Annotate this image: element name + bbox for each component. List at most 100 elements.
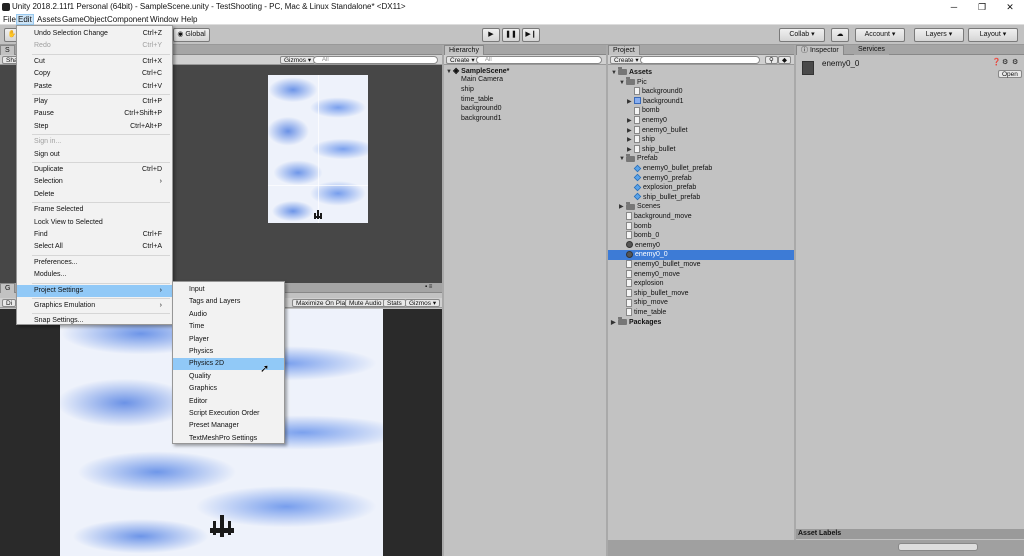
project-tree-item[interactable]: bomb <box>608 106 794 116</box>
project-tree-item[interactable]: explosion_prefab <box>608 183 794 193</box>
project-search-input[interactable] <box>640 56 760 64</box>
hierarchy-item[interactable]: Main Camera <box>461 75 503 85</box>
project-tree-item[interactable]: enemy0_bullet_prefab <box>608 164 794 174</box>
project-tree-item[interactable]: background_move <box>608 212 794 222</box>
stats-toggle[interactable]: Stats <box>383 299 406 307</box>
project-tree-item[interactable]: enemy0_bullet_move <box>608 260 794 270</box>
collab-button[interactable]: Collab ▾ <box>779 28 825 42</box>
project-tree-item[interactable]: ▼ Assets <box>608 67 794 78</box>
project-tree-item[interactable]: ▶ Packages <box>608 316 794 328</box>
project-settings-item[interactable]: Script Execution Order <box>173 408 284 420</box>
project-tree-item[interactable]: ▶ enemy0_bullet <box>608 125 794 136</box>
menu-help[interactable]: Help <box>180 14 198 25</box>
expand-arrow-icon[interactable]: ▼ <box>619 154 626 164</box>
edit-menu-item[interactable]: Sign in... <box>17 136 172 148</box>
project-settings-item[interactable]: TextMeshPro Settings <box>173 433 284 445</box>
project-settings-item[interactable]: Physics <box>173 346 284 358</box>
tab-game[interactable]: G <box>0 283 16 293</box>
edit-menu-item[interactable]: Sign out <box>17 149 172 161</box>
hierarchy-item[interactable]: background0 <box>461 104 501 114</box>
step-button[interactable]: ▶❙ <box>522 28 540 42</box>
project-settings-item[interactable]: Tags and Layers <box>173 296 284 308</box>
edit-menu-item[interactable]: Lock View to Selected <box>17 217 172 229</box>
asset-labels-bar[interactable]: Asset Labels <box>796 529 1024 539</box>
ship-sprite-icon[interactable] <box>314 210 322 219</box>
project-tree-item[interactable]: ship_move <box>608 298 794 308</box>
expand-arrow-icon[interactable]: ▶ <box>627 135 634 145</box>
edit-menu-item[interactable]: Step Ctrl+Alt+P <box>17 121 172 133</box>
pivot-rotation-button[interactable]: ◉ Global <box>173 28 210 42</box>
edit-menu-item[interactable]: Cut Ctrl+X <box>17 56 172 68</box>
menu-file[interactable]: File <box>2 14 17 25</box>
edit-menu-item[interactable]: Snap Settings... <box>17 315 172 327</box>
restore-button[interactable]: ❐ <box>968 0 996 14</box>
project-tree-item[interactable]: ▶ background1 <box>608 97 794 107</box>
project-tree-item[interactable]: bomb_0 <box>608 231 794 241</box>
project-tree-item[interactable]: bomb <box>608 221 794 232</box>
project-tree-item[interactable]: ship_bullet_move <box>608 288 794 299</box>
edit-menu-item[interactable]: Graphics Emulation › <box>17 300 172 312</box>
tab-inspector[interactable]: ⓘ Inspector <box>796 45 844 55</box>
help-icon[interactable]: ❓ <box>992 58 1001 66</box>
tab-scene[interactable]: S <box>0 45 15 55</box>
menu-window[interactable]: Window <box>149 14 179 25</box>
layout-dropdown[interactable]: Layout ▾ <box>968 28 1018 42</box>
project-tree-item[interactable]: ship_bullet_prefab <box>608 193 794 203</box>
tab-services[interactable]: Services <box>854 45 889 55</box>
expand-arrow-icon[interactable]: ▶ <box>627 126 634 136</box>
project-tree-item[interactable]: ▼ Prefab <box>608 153 794 164</box>
menu-edit[interactable]: Edit <box>16 14 34 25</box>
mute-audio-toggle[interactable]: Mute Audio <box>345 299 386 307</box>
settings-gear-icon[interactable]: ⚙ <box>1012 58 1018 66</box>
expand-arrow-icon[interactable]: ▼ <box>619 78 626 88</box>
edit-menu-item[interactable]: Select All Ctrl+A <box>17 241 172 253</box>
hierarchy-create-dropdown[interactable]: Create ▾ <box>446 56 479 64</box>
project-settings-item[interactable]: Input <box>173 284 284 296</box>
open-button[interactable]: Open <box>998 70 1022 78</box>
project-tree-item[interactable]: enemy0_0 <box>608 250 794 261</box>
pause-button[interactable]: ❚❚ <box>502 28 520 42</box>
edit-menu-item[interactable]: Pause Ctrl+Shift+P <box>17 108 172 120</box>
project-tree-item[interactable]: ▶ ship <box>608 135 794 145</box>
scene-gizmos-dropdown[interactable]: Gizmos ▾ <box>280 56 316 64</box>
edit-menu-item[interactable]: Paste Ctrl+V <box>17 81 172 93</box>
edit-menu-item[interactable]: Project Settings › <box>17 284 172 297</box>
project-create-dropdown[interactable]: Create ▾ <box>610 56 643 64</box>
close-button[interactable]: ✕ <box>996 0 1024 14</box>
tab-hierarchy[interactable]: Hierarchy <box>444 45 484 55</box>
project-settings-item[interactable]: Graphics <box>173 383 284 395</box>
edit-menu-item[interactable]: Find Ctrl+F <box>17 229 172 241</box>
hierarchy-item[interactable]: background1 <box>461 114 501 124</box>
project-tree-item[interactable]: ▶ enemy0 <box>608 116 794 126</box>
project-tree-item[interactable]: explosion <box>608 279 794 289</box>
maximize-on-play-toggle[interactable]: Maximize On Play <box>292 299 353 307</box>
filter-by-type-icon[interactable]: ⚲ <box>765 56 778 64</box>
project-tree-item[interactable]: enemy0_move <box>608 269 794 280</box>
expand-arrow-icon[interactable]: ▶ <box>611 318 618 328</box>
project-tree-item[interactable]: time_table <box>608 308 794 318</box>
panel-menu-icon[interactable]: ▪ ≡ <box>425 284 432 290</box>
project-tree-item[interactable]: ▼ Pic <box>608 76 794 88</box>
filter-by-label-icon[interactable]: ◆ <box>778 56 791 64</box>
edit-menu-item[interactable]: Play Ctrl+P <box>17 96 172 108</box>
hierarchy-item[interactable]: ship <box>461 85 474 95</box>
edit-menu-item[interactable]: Copy Ctrl+C <box>17 68 172 80</box>
project-tree-item[interactable]: enemy0 <box>608 241 794 251</box>
expand-arrow-icon[interactable]: ▶ <box>619 202 626 212</box>
edit-menu-item[interactable]: Undo Selection Change Ctrl+Z <box>17 28 172 40</box>
project-tree-item[interactable]: ▶ Scenes <box>608 201 794 212</box>
account-dropdown[interactable]: Account ▾ <box>855 28 905 42</box>
menu-component[interactable]: Component <box>106 14 149 25</box>
tab-project[interactable]: Project <box>608 45 640 55</box>
edit-menu-item[interactable]: Selection › <box>17 176 172 188</box>
edit-menu-item[interactable]: Duplicate Ctrl+D <box>17 164 172 176</box>
project-tree-item[interactable]: enemy0_prefab <box>608 174 794 184</box>
display-dropdown[interactable]: Di <box>2 299 17 307</box>
preset-icon[interactable]: ⚙ <box>1002 58 1008 66</box>
project-settings-item[interactable]: Time <box>173 321 284 333</box>
menu-assets[interactable]: Assets <box>36 14 62 25</box>
scene-background-sprite[interactable] <box>268 75 368 223</box>
edit-menu-item[interactable]: Frame Selected <box>17 204 172 216</box>
project-settings-item[interactable]: Player <box>173 334 284 346</box>
project-settings-item[interactable]: Editor <box>173 396 284 408</box>
